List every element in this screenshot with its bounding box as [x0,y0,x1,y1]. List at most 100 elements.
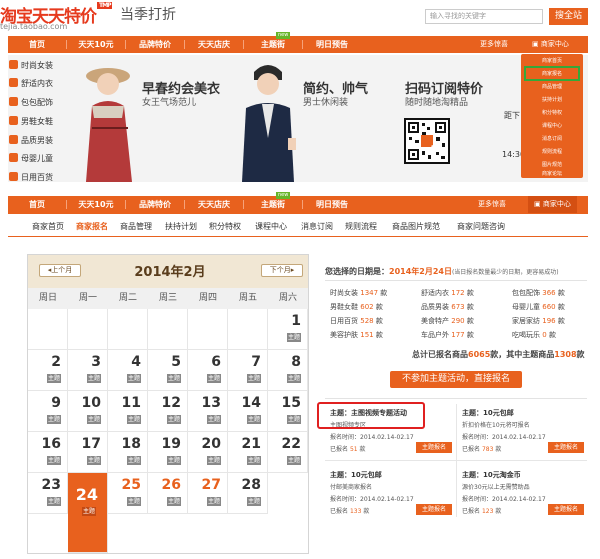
nav-home[interactable]: 首页 [8,36,66,53]
dropdown-item[interactable]: 商家论坛 [521,167,583,181]
nav-merchant-center[interactable]: ▣ 商家中心 [526,36,575,53]
dropdown-item[interactable]: 商品管理 [521,80,583,94]
calendar-day[interactable]: 19 主题 [148,432,188,473]
nav-tomorrow[interactable]: 明日预告 [303,36,361,53]
day-number: 12 [161,395,181,411]
theme-signup-button[interactable]: 主题报名 [548,442,584,453]
model-woman-image[interactable] [72,58,142,182]
nav-home[interactable]: 首页 [8,196,66,213]
calendar-day[interactable]: 22 主题 [268,432,308,473]
nav-shop-anniv[interactable]: 天天店庆 [185,36,243,53]
calendar-day[interactable]: 18 主题 [108,432,148,473]
calendar-day[interactable]: 13 主题 [188,391,228,432]
category-item[interactable]: 舒适内衣 [0,76,53,92]
theme-signup-button[interactable]: 主题报名 [416,504,452,515]
subnav-help[interactable]: 商家问题咨询 [457,221,505,232]
calendar-title: 2014年2月 [134,265,206,280]
category-item[interactable]: 包包配饰 [0,95,53,111]
day-number: 27 [201,477,221,493]
nav-merchant-center[interactable]: ▣ 商家中心 [528,196,577,213]
promo2-subtitle: 男士休闲装 [303,98,349,108]
prev-month-button[interactable]: ◂上个月 [39,264,81,277]
subnav-courses[interactable]: 课程中心 [255,221,287,232]
divider [325,280,587,281]
nav-tomorrow[interactable]: 明日预告 [303,196,361,213]
calendar-day[interactable]: 5 主题 [148,350,188,391]
calendar-day[interactable]: 25 主题 [108,473,148,514]
theme-tag: 主题 [286,374,301,383]
calendar-day-selected[interactable]: 24 主题 [68,473,108,553]
new-badge: new [276,192,291,199]
calendar-day[interactable]: 4 主题 [108,350,148,391]
calendar-day[interactable]: 21 主题 [228,432,268,473]
calendar-day[interactable]: 9 主题 [28,391,68,432]
calendar-day[interactable]: 23 主题 [28,473,68,514]
subnav-subscribe[interactable]: 消息订阅 [301,221,333,232]
dropdown-item[interactable]: 规则流程 [521,145,583,159]
category-item[interactable]: 时尚女装 [0,58,53,74]
calendar-day[interactable]: 16 主题 [28,432,68,473]
subnav-points[interactable]: 积分特权 [209,221,241,232]
nav-more[interactable]: 更多惊喜 [480,36,508,53]
calendar-day[interactable]: 17 主题 [68,432,108,473]
calendar-day[interactable]: 12 主题 [148,391,188,432]
nav-tiantian10[interactable]: 天天10元 [67,196,125,213]
next-month-button[interactable]: 下个月▸ [261,264,303,277]
nav-brand-sale[interactable]: 品牌特价 [126,196,184,213]
subnav-rules[interactable]: 规则流程 [345,221,377,232]
calendar-day[interactable]: 28 主题 [228,473,268,514]
calendar-day[interactable]: 6 主题 [188,350,228,391]
calendar-day[interactable]: 2 主题 [28,350,68,391]
dropdown-item[interactable]: 消息订阅 [521,132,583,146]
weekday-header: 周一 [68,288,108,309]
search-button[interactable]: 搜全站 [549,8,588,25]
nav-tiantian10[interactable]: 天天10元 [67,36,125,53]
bag-icon [9,97,18,106]
dropdown-item[interactable]: 课程中心 [521,119,583,133]
theme-signup-button[interactable]: 主题报名 [416,442,452,453]
nav-more[interactable]: 更多惊喜 [478,196,506,213]
theme-desc: 付邮美商家报名 [330,484,373,491]
subnav-home[interactable]: 商家首页 [32,221,64,232]
dropdown-item[interactable]: 扶持计划 [521,93,583,107]
user-icon: ▣ [532,40,541,48]
day-number: 10 [81,395,101,411]
calendar-day[interactable]: 7 主题 [228,350,268,391]
nav-brand-sale[interactable]: 品牌特价 [126,36,184,53]
model-man-image[interactable] [232,58,302,182]
nav-theme-street[interactable]: 主题街 [244,196,302,213]
nav-shop-anniv[interactable]: 天天店庆 [185,196,243,213]
direct-signup-button[interactable]: 不参加主题活动，直接报名 [390,371,522,388]
day-number: 13 [201,395,221,411]
calendar-day[interactable]: 27 主题 [188,473,228,514]
subnav-products[interactable]: 商品管理 [120,221,152,232]
category-item[interactable]: 男鞋女鞋 [0,114,53,130]
category-item[interactable]: 日用百货 [0,170,53,186]
day-number: 22 [281,436,301,452]
theme-tag: 主题 [246,497,261,506]
calendar-day[interactable]: 26 主题 [148,473,188,514]
home-goods-icon [9,172,18,181]
calendar-day[interactable]: 14 主题 [228,391,268,432]
subnav-signup-active[interactable]: 商家报名 [76,221,108,232]
calendar-day[interactable]: 15 主题 [268,391,308,432]
day-number: 4 [131,354,141,370]
calendar-day[interactable]: 11 主题 [108,391,148,432]
qr-code[interactable] [404,118,450,164]
search-input[interactable]: 输入寻找的关键字 [425,9,543,24]
theme-highlight [317,402,425,429]
theme-signup-button[interactable]: 主题报名 [548,504,584,515]
calendar-day[interactable]: 10 主题 [68,391,108,432]
calendar-day[interactable]: 3 主题 [68,350,108,391]
nav-theme-street[interactable]: 主题街 [244,36,302,53]
calendar-day[interactable]: 20 主题 [188,432,228,473]
calendar-day[interactable]: 8 主题 [268,350,308,391]
calendar-day[interactable]: 1 主题 [268,309,308,350]
day-number: 16 [41,436,61,452]
category-item[interactable]: 母婴儿童 [0,151,53,167]
subnav-image-spec[interactable]: 商品图片规范 [392,221,440,232]
dropdown-item[interactable]: 积分特权 [521,106,583,120]
category-item[interactable]: 品质男装 [0,133,53,149]
stat-item: 舒适内衣 172 款 [421,289,474,297]
subnav-support[interactable]: 扶持计划 [165,221,197,232]
